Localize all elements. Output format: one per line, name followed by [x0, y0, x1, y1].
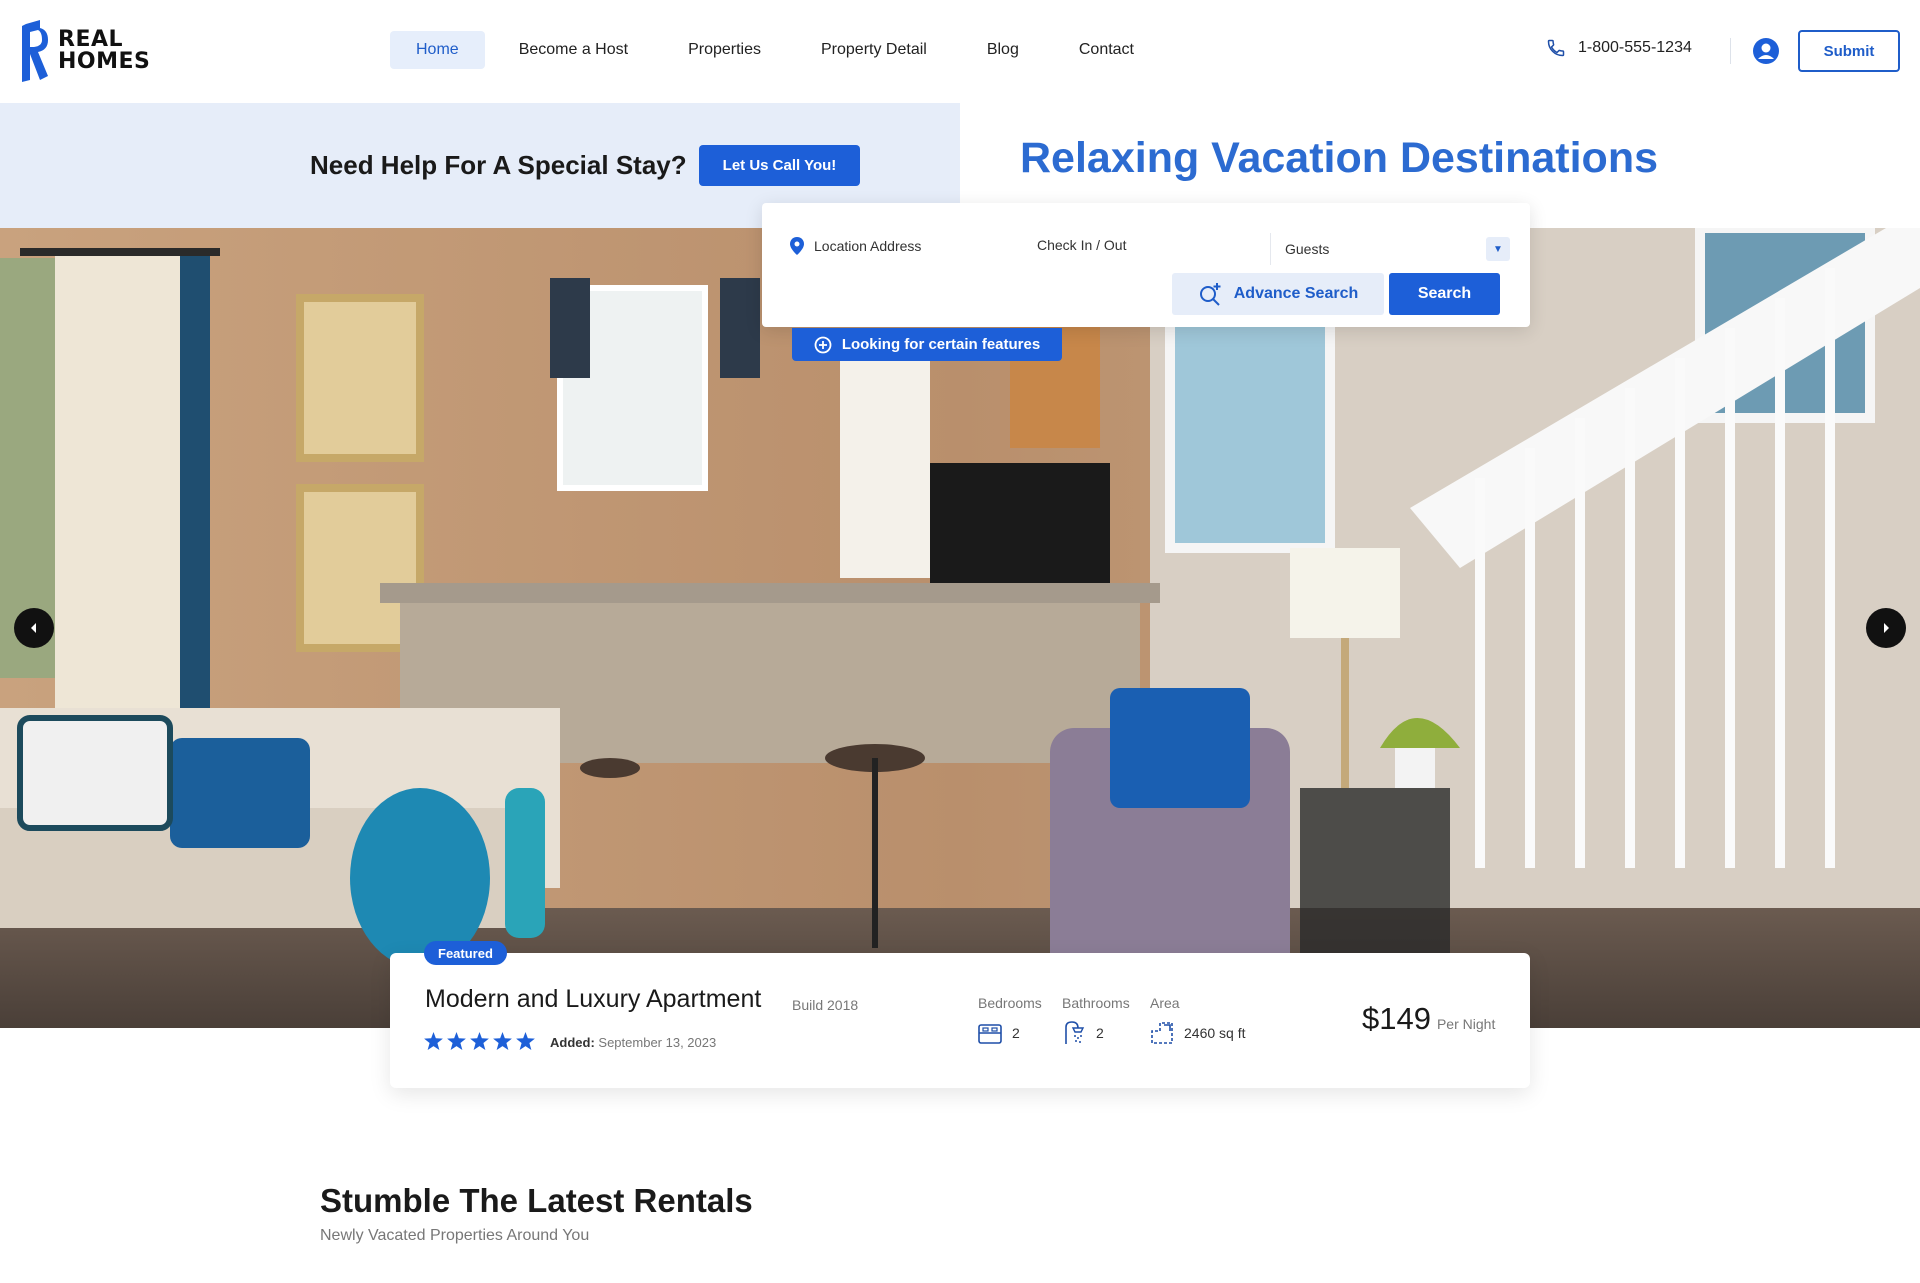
bathrooms-label: Bathrooms — [1062, 995, 1130, 1011]
logo-line-2: HOMES — [58, 49, 151, 74]
carousel-next-button[interactable] — [1866, 608, 1906, 648]
checkin-placeholder: Check In / Out — [1037, 237, 1127, 253]
rating-stars — [424, 1032, 535, 1050]
nav-property-detail[interactable]: Property Detail — [795, 31, 953, 69]
logo[interactable]: REAL HOMES — [20, 20, 150, 82]
price: $149 Per Night — [1362, 1001, 1495, 1037]
checkin-field[interactable]: Check In / Out — [1037, 237, 1126, 253]
star-icon — [424, 1032, 443, 1050]
logo-line-1: REAL — [58, 27, 124, 52]
carousel-prev-button[interactable] — [14, 608, 54, 648]
property-title[interactable]: Modern and Luxury Apartment — [425, 985, 761, 1014]
guests-label: Guests — [1285, 241, 1330, 257]
guests-select[interactable]: Guests ▼ — [1270, 233, 1510, 265]
features-label: Looking for certain features — [841, 336, 1041, 353]
featured-badge: Featured — [424, 941, 507, 965]
property-build-year: Build 2018 — [792, 997, 859, 1013]
price-value: $149 — [1362, 1001, 1431, 1036]
section-title: Stumble The Latest Rentals — [320, 1182, 753, 1219]
star-icon — [493, 1032, 512, 1050]
chevron-left-icon — [31, 623, 36, 633]
area-label: Area — [1150, 995, 1180, 1011]
nav-become-a-host[interactable]: Become a Host — [493, 31, 654, 69]
added-date: Added: September 13, 2023 — [550, 1035, 716, 1050]
hero-title: Relaxing Vacation Destinations — [1020, 134, 1659, 182]
main-nav: Home Become a Host Properties Property D… — [390, 31, 1160, 69]
nav-home[interactable]: Home — [390, 31, 485, 69]
location-placeholder: Location Address — [814, 238, 922, 254]
bathrooms-spec: Bathrooms 2 — [1062, 995, 1130, 1045]
nav-blog[interactable]: Blog — [961, 31, 1045, 69]
search-button[interactable]: Search — [1389, 273, 1500, 315]
features-toggle[interactable]: Looking for certain features — [792, 328, 1062, 361]
plus-circle-icon — [814, 336, 832, 353]
header-divider — [1730, 38, 1731, 64]
area-spec: Area 2460 sq ft — [1150, 995, 1246, 1045]
added-date-value: September 13, 2023 — [598, 1035, 717, 1050]
phone-number: 1-800-555-1234 — [1578, 39, 1692, 56]
bedrooms-value: 2 — [1012, 1025, 1020, 1041]
section-subtitle: Newly Vacated Properties Around You — [320, 1227, 590, 1244]
user-account-icon[interactable] — [1752, 37, 1780, 65]
bathrooms-value: 2 — [1096, 1025, 1104, 1041]
map-pin-icon — [790, 237, 804, 255]
submit-button[interactable]: Submit — [1798, 30, 1900, 72]
advance-search-label: Advance Search — [1233, 285, 1359, 302]
advance-search-button[interactable]: Advance Search — [1172, 273, 1384, 315]
price-unit: Per Night — [1436, 1016, 1496, 1032]
property-card[interactable]: Modern and Luxury Apartment Build 2018 A… — [390, 953, 1530, 1088]
star-icon — [470, 1032, 489, 1050]
call-me-button[interactable]: Let Us Call You! — [699, 145, 860, 186]
search-panel: Location Address Check In / Out Guests ▼… — [762, 203, 1530, 327]
location-field[interactable]: Location Address — [790, 237, 921, 255]
area-value: 2460 sq ft — [1184, 1025, 1246, 1041]
search-plus-icon — [1199, 283, 1221, 306]
phone-link[interactable]: 1-800-555-1234 — [1546, 38, 1692, 58]
star-icon — [516, 1032, 535, 1050]
bed-icon — [978, 1024, 1002, 1044]
bedrooms-spec: Bedrooms 2 — [978, 995, 1042, 1045]
shower-icon — [1065, 1021, 1085, 1044]
phone-icon — [1547, 39, 1565, 57]
nav-contact[interactable]: Contact — [1053, 31, 1160, 69]
help-text: Need Help For A Special Stay? — [310, 150, 687, 180]
dropdown-arrow-icon[interactable]: ▼ — [1486, 237, 1510, 261]
star-icon — [447, 1032, 466, 1050]
bedrooms-label: Bedrooms — [978, 995, 1042, 1011]
chevron-right-icon — [1884, 623, 1889, 633]
nav-properties[interactable]: Properties — [662, 31, 787, 69]
site-header: REAL HOMES Home Become a Host Properties… — [0, 0, 1920, 102]
added-label: Added: — [550, 1035, 595, 1050]
area-icon — [1151, 1022, 1173, 1044]
logo-mark-icon — [22, 20, 48, 82]
